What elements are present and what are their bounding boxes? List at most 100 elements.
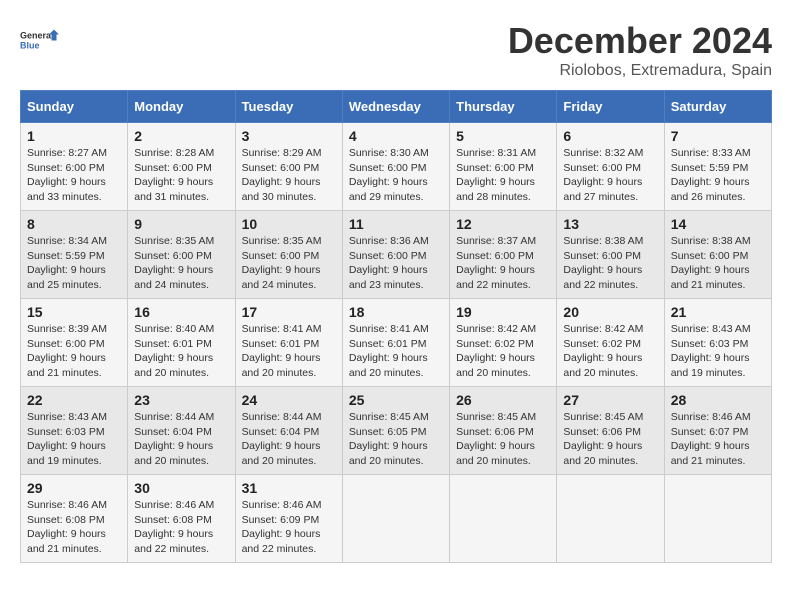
day-detail: Sunrise: 8:44 AMSunset: 6:04 PMDaylight:… <box>242 411 322 467</box>
day-number: 24 <box>242 392 336 408</box>
day-detail: Sunrise: 8:31 AMSunset: 6:00 PMDaylight:… <box>456 147 536 203</box>
day-number: 18 <box>349 304 443 320</box>
calendar-cell: 12 Sunrise: 8:37 AMSunset: 6:00 PMDaylig… <box>450 211 557 299</box>
calendar-cell: 15 Sunrise: 8:39 AMSunset: 6:00 PMDaylig… <box>21 299 128 387</box>
calendar-cell: 17 Sunrise: 8:41 AMSunset: 6:01 PMDaylig… <box>235 299 342 387</box>
day-detail: Sunrise: 8:30 AMSunset: 6:00 PMDaylight:… <box>349 147 429 203</box>
calendar-cell <box>450 475 557 563</box>
day-detail: Sunrise: 8:32 AMSunset: 6:00 PMDaylight:… <box>563 147 643 203</box>
col-wednesday: Wednesday <box>342 91 449 123</box>
day-number: 26 <box>456 392 550 408</box>
svg-text:General: General <box>20 31 54 41</box>
day-number: 8 <box>27 216 121 232</box>
day-number: 23 <box>134 392 228 408</box>
calendar-cell: 1 Sunrise: 8:27 AMSunset: 6:00 PMDayligh… <box>21 123 128 211</box>
day-detail: Sunrise: 8:46 AMSunset: 6:07 PMDaylight:… <box>671 411 751 467</box>
month-title: December 2024 <box>508 20 772 62</box>
day-number: 30 <box>134 480 228 496</box>
day-detail: Sunrise: 8:46 AMSunset: 6:09 PMDaylight:… <box>242 499 322 555</box>
day-detail: Sunrise: 8:43 AMSunset: 6:03 PMDaylight:… <box>671 323 751 379</box>
col-tuesday: Tuesday <box>235 91 342 123</box>
col-thursday: Thursday <box>450 91 557 123</box>
calendar-cell: 24 Sunrise: 8:44 AMSunset: 6:04 PMDaylig… <box>235 387 342 475</box>
day-detail: Sunrise: 8:42 AMSunset: 6:02 PMDaylight:… <box>563 323 643 379</box>
day-detail: Sunrise: 8:42 AMSunset: 6:02 PMDaylight:… <box>456 323 536 379</box>
day-detail: Sunrise: 8:35 AMSunset: 6:00 PMDaylight:… <box>134 235 214 291</box>
calendar-week-1: 1 Sunrise: 8:27 AMSunset: 6:00 PMDayligh… <box>21 123 772 211</box>
calendar-cell <box>342 475 449 563</box>
header-row: Sunday Monday Tuesday Wednesday Thursday… <box>21 91 772 123</box>
day-detail: Sunrise: 8:36 AMSunset: 6:00 PMDaylight:… <box>349 235 429 291</box>
day-number: 1 <box>27 128 121 144</box>
calendar-cell: 10 Sunrise: 8:35 AMSunset: 6:00 PMDaylig… <box>235 211 342 299</box>
header: General Blue December 2024 Riolobos, Ext… <box>20 20 772 80</box>
day-number: 16 <box>134 304 228 320</box>
day-number: 28 <box>671 392 765 408</box>
col-monday: Monday <box>128 91 235 123</box>
day-detail: Sunrise: 8:38 AMSunset: 6:00 PMDaylight:… <box>563 235 643 291</box>
day-detail: Sunrise: 8:46 AMSunset: 6:08 PMDaylight:… <box>27 499 107 555</box>
calendar-cell: 27 Sunrise: 8:45 AMSunset: 6:06 PMDaylig… <box>557 387 664 475</box>
calendar-cell: 26 Sunrise: 8:45 AMSunset: 6:06 PMDaylig… <box>450 387 557 475</box>
calendar-cell: 22 Sunrise: 8:43 AMSunset: 6:03 PMDaylig… <box>21 387 128 475</box>
calendar-table: Sunday Monday Tuesday Wednesday Thursday… <box>20 90 772 563</box>
calendar-cell: 7 Sunrise: 8:33 AMSunset: 5:59 PMDayligh… <box>664 123 771 211</box>
day-number: 20 <box>563 304 657 320</box>
day-detail: Sunrise: 8:45 AMSunset: 6:05 PMDaylight:… <box>349 411 429 467</box>
day-number: 31 <box>242 480 336 496</box>
day-number: 10 <box>242 216 336 232</box>
day-detail: Sunrise: 8:39 AMSunset: 6:00 PMDaylight:… <box>27 323 107 379</box>
calendar-week-4: 22 Sunrise: 8:43 AMSunset: 6:03 PMDaylig… <box>21 387 772 475</box>
day-detail: Sunrise: 8:43 AMSunset: 6:03 PMDaylight:… <box>27 411 107 467</box>
calendar-cell: 19 Sunrise: 8:42 AMSunset: 6:02 PMDaylig… <box>450 299 557 387</box>
day-number: 6 <box>563 128 657 144</box>
calendar-cell: 3 Sunrise: 8:29 AMSunset: 6:00 PMDayligh… <box>235 123 342 211</box>
day-number: 19 <box>456 304 550 320</box>
calendar-cell: 4 Sunrise: 8:30 AMSunset: 6:00 PMDayligh… <box>342 123 449 211</box>
day-number: 17 <box>242 304 336 320</box>
title-area: December 2024 Riolobos, Extremadura, Spa… <box>508 20 772 80</box>
day-number: 25 <box>349 392 443 408</box>
day-number: 15 <box>27 304 121 320</box>
day-detail: Sunrise: 8:38 AMSunset: 6:00 PMDaylight:… <box>671 235 751 291</box>
calendar-cell: 13 Sunrise: 8:38 AMSunset: 6:00 PMDaylig… <box>557 211 664 299</box>
calendar-cell: 11 Sunrise: 8:36 AMSunset: 6:00 PMDaylig… <box>342 211 449 299</box>
day-detail: Sunrise: 8:27 AMSunset: 6:00 PMDaylight:… <box>27 147 107 203</box>
calendar-cell: 21 Sunrise: 8:43 AMSunset: 6:03 PMDaylig… <box>664 299 771 387</box>
day-detail: Sunrise: 8:35 AMSunset: 6:00 PMDaylight:… <box>242 235 322 291</box>
calendar-cell: 29 Sunrise: 8:46 AMSunset: 6:08 PMDaylig… <box>21 475 128 563</box>
logo-svg: General Blue <box>20 20 60 60</box>
calendar-cell: 18 Sunrise: 8:41 AMSunset: 6:01 PMDaylig… <box>342 299 449 387</box>
day-number: 2 <box>134 128 228 144</box>
col-saturday: Saturday <box>664 91 771 123</box>
day-number: 13 <box>563 216 657 232</box>
logo: General Blue <box>20 20 60 60</box>
calendar-cell: 30 Sunrise: 8:46 AMSunset: 6:08 PMDaylig… <box>128 475 235 563</box>
calendar-cell <box>557 475 664 563</box>
col-friday: Friday <box>557 91 664 123</box>
calendar-cell: 23 Sunrise: 8:44 AMSunset: 6:04 PMDaylig… <box>128 387 235 475</box>
day-detail: Sunrise: 8:45 AMSunset: 6:06 PMDaylight:… <box>563 411 643 467</box>
day-number: 14 <box>671 216 765 232</box>
calendar-cell: 31 Sunrise: 8:46 AMSunset: 6:09 PMDaylig… <box>235 475 342 563</box>
day-detail: Sunrise: 8:29 AMSunset: 6:00 PMDaylight:… <box>242 147 322 203</box>
calendar-cell: 16 Sunrise: 8:40 AMSunset: 6:01 PMDaylig… <box>128 299 235 387</box>
day-number: 29 <box>27 480 121 496</box>
day-detail: Sunrise: 8:41 AMSunset: 6:01 PMDaylight:… <box>349 323 429 379</box>
col-sunday: Sunday <box>21 91 128 123</box>
day-number: 4 <box>349 128 443 144</box>
calendar-cell: 9 Sunrise: 8:35 AMSunset: 6:00 PMDayligh… <box>128 211 235 299</box>
location-title: Riolobos, Extremadura, Spain <box>508 62 772 80</box>
calendar-cell: 25 Sunrise: 8:45 AMSunset: 6:05 PMDaylig… <box>342 387 449 475</box>
day-detail: Sunrise: 8:41 AMSunset: 6:01 PMDaylight:… <box>242 323 322 379</box>
calendar-cell: 14 Sunrise: 8:38 AMSunset: 6:00 PMDaylig… <box>664 211 771 299</box>
day-number: 11 <box>349 216 443 232</box>
calendar-cell: 8 Sunrise: 8:34 AMSunset: 5:59 PMDayligh… <box>21 211 128 299</box>
day-number: 9 <box>134 216 228 232</box>
calendar-cell: 6 Sunrise: 8:32 AMSunset: 6:00 PMDayligh… <box>557 123 664 211</box>
calendar-cell: 5 Sunrise: 8:31 AMSunset: 6:00 PMDayligh… <box>450 123 557 211</box>
calendar-cell: 28 Sunrise: 8:46 AMSunset: 6:07 PMDaylig… <box>664 387 771 475</box>
day-number: 7 <box>671 128 765 144</box>
calendar-week-3: 15 Sunrise: 8:39 AMSunset: 6:00 PMDaylig… <box>21 299 772 387</box>
calendar-week-2: 8 Sunrise: 8:34 AMSunset: 5:59 PMDayligh… <box>21 211 772 299</box>
